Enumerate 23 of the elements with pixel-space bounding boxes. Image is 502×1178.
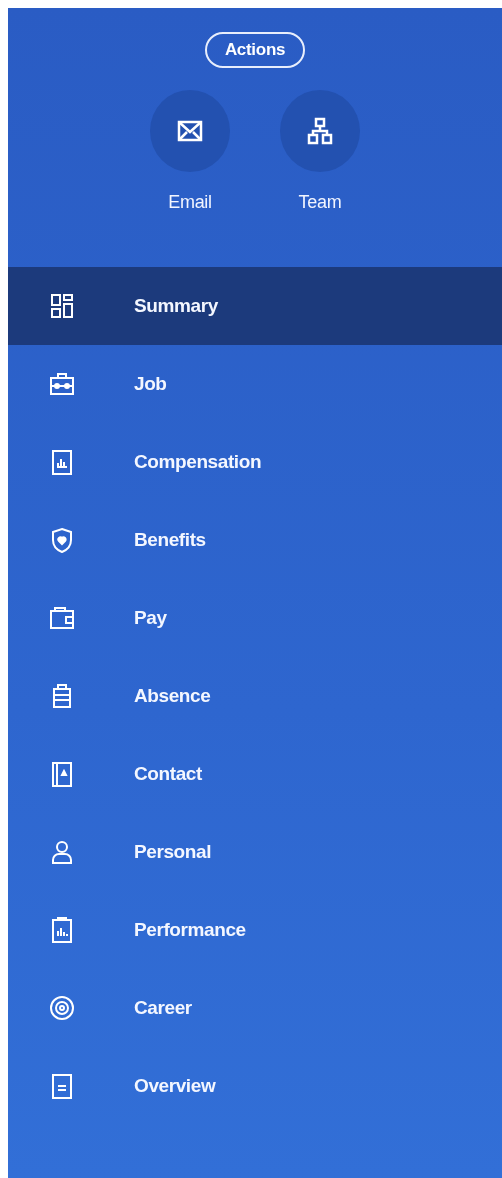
chart-document-icon <box>49 448 75 476</box>
briefcase-icon <box>49 370 75 398</box>
org-chart-icon <box>306 117 334 145</box>
wallet-icon <box>49 604 75 632</box>
grid-icon <box>49 292 75 320</box>
nav-item[interactable]: Performance <box>8 891 502 969</box>
actions-button[interactable]: Actions <box>204 32 306 68</box>
contact-book-icon <box>49 760 75 788</box>
nav-item[interactable]: Absence <box>8 657 502 735</box>
shield-heart-icon <box>49 526 75 554</box>
clipboard-chart-icon <box>49 916 75 944</box>
document-icon <box>49 1072 75 1100</box>
nav-item[interactable]: Contact <box>8 735 502 813</box>
target-icon <box>49 994 75 1022</box>
nav-item[interactable]: Job <box>8 345 502 423</box>
nav-item[interactable]: Personal <box>8 813 502 891</box>
nav-item[interactable]: Pay <box>8 579 502 657</box>
person-icon <box>49 838 75 866</box>
nav-item[interactable]: Overview <box>8 1047 502 1125</box>
nav-item[interactable]: Benefits <box>8 501 502 579</box>
nav-item[interactable]: Summary <box>8 267 502 345</box>
nav-item[interactable]: Compensation <box>8 423 502 501</box>
nav-item[interactable]: Career <box>8 969 502 1047</box>
